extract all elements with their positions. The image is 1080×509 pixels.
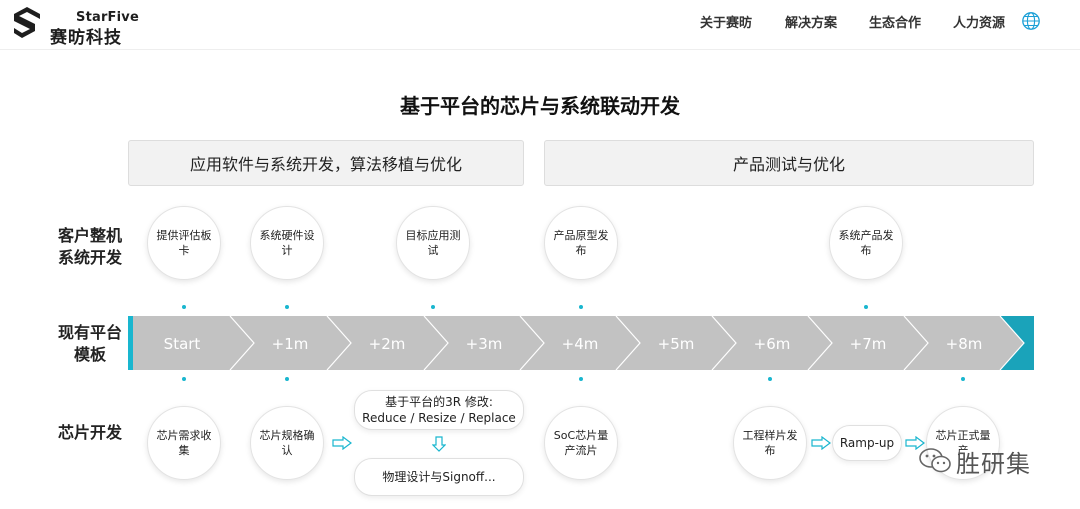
timeline-label-5m: +5m xyxy=(657,335,695,353)
nav-careers[interactable]: 人力资源 xyxy=(953,12,1005,32)
wechat-icon xyxy=(919,448,951,473)
nav-solutions[interactable]: 解决方案 xyxy=(785,12,837,32)
connector-dot xyxy=(182,305,186,309)
connector-dot xyxy=(285,305,289,309)
phase-product-test: 产品测试与优化 xyxy=(544,140,1034,186)
chip-soc-tapeout: SoC芯片量产流片 xyxy=(544,406,618,480)
timeline-label-6m: +6m xyxy=(753,335,791,353)
brand-name-cn: 赛昉科技 xyxy=(50,28,122,48)
arrow-right-icon xyxy=(811,436,831,450)
timeline-label-3m: +3m xyxy=(465,335,503,353)
milestone-app-test: 目标应用测试 xyxy=(396,206,470,280)
connector-dot xyxy=(961,377,965,381)
watermark-text: 胜研集 xyxy=(956,449,1031,478)
nav-ecosystem[interactable]: 生态合作 xyxy=(869,12,921,32)
chip-requirements: 芯片需求收集 xyxy=(147,406,221,480)
connector-dot xyxy=(579,305,583,309)
connector-dot xyxy=(864,305,868,309)
connector-dot xyxy=(431,305,435,309)
pill-3r-items: Reduce / Resize / Replace xyxy=(362,411,516,425)
arrow-right-icon xyxy=(332,436,352,450)
phase-software-dev: 应用软件与系统开发，算法移植与优化 xyxy=(128,140,524,186)
timeline-label-start: Start xyxy=(163,335,201,353)
milestone-hw-design: 系统硬件设计 xyxy=(250,206,324,280)
pill-physical-design-signoff: 物理设计与Signoff... xyxy=(354,458,524,496)
starfive-logo-icon xyxy=(14,7,40,38)
milestone-product-release: 系统产品发布 xyxy=(829,206,903,280)
arrow-down-icon xyxy=(432,436,446,452)
connector-dot xyxy=(768,377,772,381)
timeline-start-marker xyxy=(128,316,133,370)
pill-3r-modification: 基于平台的3R 修改: Reduce / Resize / Replace xyxy=(354,390,524,430)
nav-about[interactable]: 关于赛昉 xyxy=(700,12,752,32)
connector-dot xyxy=(182,377,186,381)
timeline-label-2m: +2m xyxy=(368,335,406,353)
chip-eng-sample: 工程样片发布 xyxy=(733,406,807,480)
top-header: StarFive 赛昉科技 关于赛昉 解决方案 生态合作 人力资源 xyxy=(0,0,1080,50)
connector-dot xyxy=(579,377,583,381)
timeline-label-7m: +7m xyxy=(849,335,887,353)
pill-3r-title: 基于平台的3R 修改: xyxy=(385,395,493,409)
globe-icon[interactable] xyxy=(1021,11,1041,31)
starfive-logo[interactable]: StarFive 赛昉科技 xyxy=(10,4,150,48)
timeline-label-1m: +1m xyxy=(271,335,309,353)
row-label-customer: 客户整机系统开发 xyxy=(57,226,122,267)
connector-dot xyxy=(285,377,289,381)
pill-ramp-up: Ramp-up xyxy=(832,425,902,461)
milestone-prototype: 产品原型发布 xyxy=(544,206,618,280)
chip-spec-confirm: 芯片规格确认 xyxy=(250,406,324,480)
row-label-chip: 芯片开发 xyxy=(57,423,122,442)
timeline-label-8m: +8m xyxy=(945,335,983,353)
watermark: 胜研集 xyxy=(918,446,1031,478)
row-label-platform: 现有平台模板 xyxy=(57,323,122,364)
milestone-eval-board: 提供评估板卡 xyxy=(147,206,221,280)
timeline-label-4m: +4m xyxy=(561,335,599,353)
page-title: 基于平台的芯片与系统联动开发 xyxy=(400,94,680,118)
